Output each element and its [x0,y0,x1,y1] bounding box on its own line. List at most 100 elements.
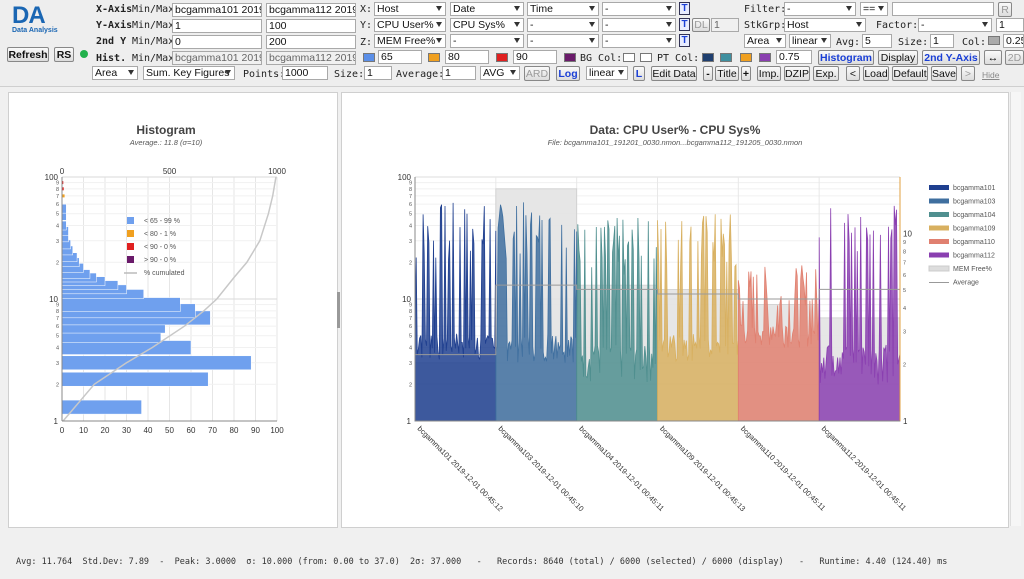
bg-col-swatch-2[interactable] [640,53,652,62]
x-axis-minmax: Min/Max [132,4,175,15]
main-y-minor-label: 5 [409,212,412,218]
threshold-3-input[interactable]: 90 [513,50,557,64]
main-chart-subtitle: File: bcgamma101_191201_0030.nmon...bcga… [548,138,803,147]
col-input[interactable]: 0.25 [1003,34,1024,48]
r-button[interactable]: R [998,2,1012,17]
second-y-min-input[interactable]: 0 [172,35,262,49]
pt-col-swatch-4[interactable] [759,53,771,62]
col-swatch[interactable] [988,36,1000,45]
row5-size-input[interactable]: 1 [364,66,392,80]
main-legend-swatch [929,185,949,190]
threshold-3-swatch[interactable] [496,53,508,62]
next-button[interactable]: > [961,66,975,81]
histogram-x-tick-label: 60 [187,426,196,435]
chart-mode-select[interactable]: Area [744,34,786,48]
z-t-button[interactable]: T [679,34,690,47]
threshold-2-swatch[interactable] [428,53,440,62]
y-axis-max-input[interactable]: 100 [266,19,356,33]
histogram-x-tick-label: 90 [251,426,260,435]
dl-button[interactable]: DL [692,18,710,32]
vertical-scrollbar[interactable] [1010,92,1021,526]
l-button[interactable]: L [633,66,645,81]
y-select-4[interactable]: - [602,18,676,32]
import-button[interactable]: Imp. [757,66,781,81]
x-select-2[interactable]: Date [450,2,524,16]
title-button[interactable]: Title [715,66,739,81]
title-minus-button[interactable]: - [703,66,713,81]
title-plus-button[interactable]: + [741,66,751,81]
stkgrp-select[interactable]: Host [784,18,866,32]
main-y2-tick-label: 1 [903,417,908,426]
main-legend-swatch [929,198,949,204]
main-legend-label: Average [953,280,979,287]
dl-input[interactable]: 1 [711,18,739,32]
x-select-1[interactable]: Host [374,2,446,16]
y-select-2[interactable]: CPU Sys% [450,18,524,32]
hist-max-input[interactable]: bcgamma112 2019- [266,51,356,65]
threshold-1-swatch[interactable] [363,53,375,62]
histogram-legend-label: < 65 - 99 % [144,218,180,225]
display-button[interactable]: Display [878,50,918,65]
factor-input[interactable]: 1 [996,18,1024,32]
dzip-button[interactable]: DZIP [784,66,810,81]
y-axis-min-input[interactable]: 1 [172,19,262,33]
second-y-max-input[interactable]: 200 [266,35,356,49]
filter-field-select[interactable]: - [784,2,856,16]
export-button[interactable]: Exp. [813,66,839,81]
log-button[interactable]: Log [556,66,580,81]
histogram-bar [61,220,67,231]
threshold-2-input[interactable]: 80 [445,50,489,64]
pt-col-input[interactable]: 0.75 [776,50,812,64]
points-input[interactable]: 1000 [282,66,328,80]
average-input[interactable]: 1 [442,66,476,80]
main-chart: Data: CPU User% - CPU Sys% File: bcgamma… [398,123,996,513]
bg-col-swatch-1[interactable] [623,53,635,62]
y-select-1[interactable]: CPU User% [374,18,446,32]
pt-col-swatch-3[interactable] [740,53,752,62]
threshold-4-swatch[interactable] [564,53,576,62]
agg-select[interactable]: AVG [480,66,520,80]
key-figures-select[interactable]: Sum. Key Figures [143,66,235,80]
edit-data-button[interactable]: Edit Data [651,66,697,81]
filter-op-select[interactable]: == [860,2,888,16]
z-select-2[interactable]: - [450,34,524,48]
x-axis-max-input[interactable]: bcgamma112 2019- [266,3,356,17]
2d-button[interactable]: 2D [1005,50,1024,65]
z-select-1[interactable]: MEM Free% [374,34,446,48]
chart-type-select[interactable]: Area [92,66,138,80]
z-select-4[interactable]: - [602,34,676,48]
save-button[interactable]: Save [931,66,957,81]
histogram-y-minor-label: 5 [56,334,59,340]
chart-scale-select[interactable]: linear [789,34,831,48]
pt-col-label: PT Col: [657,53,700,64]
x-axis-min-input[interactable]: bcgamma101 2019- [172,3,262,17]
default-button[interactable]: Default [892,66,928,81]
threshold-1-input[interactable]: 65 [378,50,422,64]
swap-axes-button[interactable]: ↔ [984,50,1002,65]
ard-button[interactable]: ARD [524,66,550,81]
x-t-button[interactable]: T [679,2,690,15]
interp-select[interactable]: linear [586,66,628,80]
load-button[interactable]: Load [863,66,889,81]
y-axis-label: Y-Axis [96,20,133,31]
factor-select[interactable]: - [918,18,992,32]
pt-col-swatch-2[interactable] [720,53,732,62]
filter-value-input[interactable] [892,2,994,16]
hist-min-input[interactable]: bcgamma101 2019- [172,51,262,65]
prev-button[interactable]: < [846,66,860,81]
hide-link[interactable]: Hide [982,69,999,82]
second-y-axis-button[interactable]: 2nd Y-Axis [922,50,980,65]
x-select-3[interactable]: Time [527,2,599,16]
y-select-3[interactable]: - [527,18,599,32]
x-select-4[interactable]: - [602,2,676,16]
avg-input[interactable]: 5 [862,34,892,48]
refresh-button[interactable]: Refresh [7,47,49,62]
z-select-3[interactable]: - [527,34,599,48]
pt-col-swatch-1[interactable] [702,53,714,62]
size-input[interactable]: 1 [930,34,954,48]
panel-splitter-handle[interactable] [337,292,340,328]
rs-button[interactable]: RS [54,47,74,62]
histogram-y-minor-label: 9 [56,303,59,309]
y-t-button[interactable]: T [679,18,690,31]
histogram-button[interactable]: Histogram [818,50,874,65]
